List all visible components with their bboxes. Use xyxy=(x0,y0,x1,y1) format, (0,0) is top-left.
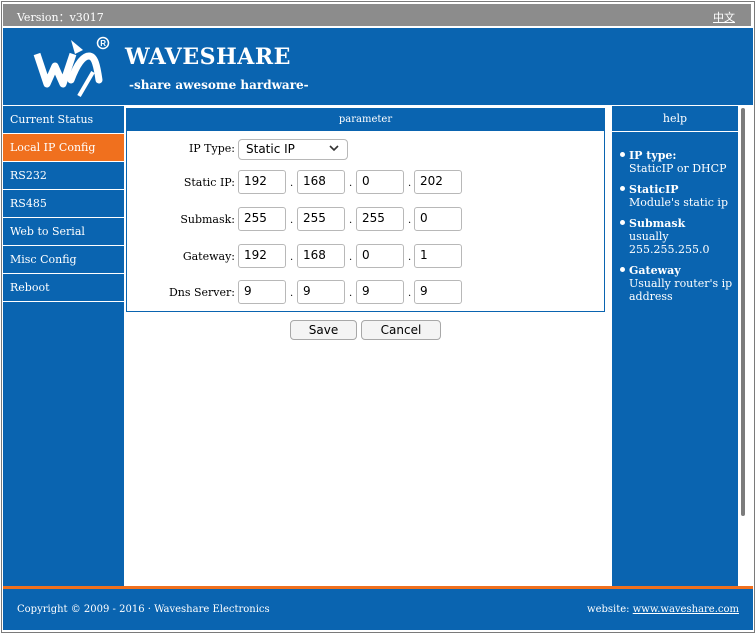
website-link[interactable]: www.waveshare.com xyxy=(633,604,739,615)
gateway-octet-2[interactable]: 168 xyxy=(297,244,345,268)
help-item: Submask usually 255.255.255.0 xyxy=(620,217,738,256)
static-ip-octet-3[interactable]: 0 xyxy=(356,170,404,194)
gateway-label: Gateway: xyxy=(182,250,235,263)
vertical-scrollbar[interactable] xyxy=(738,106,753,586)
ip-separator: . xyxy=(349,288,353,299)
sidebar-item-web-to-serial[interactable]: Web to Serial xyxy=(3,218,124,246)
submask-octet-4[interactable]: 0 xyxy=(414,207,462,231)
static-ip-octet-4[interactable]: 202 xyxy=(414,170,462,194)
ip-separator: . xyxy=(408,178,412,189)
dns-octet-4[interactable]: 9 xyxy=(414,280,462,304)
gateway-octet-1[interactable]: 192 xyxy=(238,244,286,268)
static-ip-octet-1[interactable]: 192 xyxy=(238,170,286,194)
help-term: Submask xyxy=(629,217,686,230)
top-bar: Version：v3017 中文 xyxy=(3,4,751,26)
ip-separator: . xyxy=(408,252,412,263)
submask-octet-1[interactable]: 255 xyxy=(238,207,286,231)
dns-octet-1[interactable]: 9 xyxy=(238,280,286,304)
sidebar-item-reboot[interactable]: Reboot xyxy=(3,274,124,302)
scrollbar-thumb[interactable] xyxy=(741,108,745,516)
help-desc: Usually router's ip address xyxy=(629,277,733,303)
static-ip-label: Static IP: xyxy=(183,176,235,189)
svg-text:R: R xyxy=(100,39,106,48)
help-title: help xyxy=(612,106,738,132)
ip-separator: . xyxy=(408,215,412,226)
website-info: website: www.waveshare.com xyxy=(587,604,739,615)
website-label: website: xyxy=(587,604,630,615)
ip-separator: . xyxy=(349,252,353,263)
ip-separator: . xyxy=(349,215,353,226)
ip-separator: . xyxy=(290,178,294,189)
sidebar-item-current-status[interactable]: Current Status xyxy=(3,106,124,134)
help-item: Gateway Usually router's ip address xyxy=(620,264,738,303)
help-item: IP type: StaticIP or DHCP xyxy=(620,149,738,175)
help-item: StaticIP Module's static ip xyxy=(620,183,738,209)
sidebar-item-misc-config[interactable]: Misc Config xyxy=(3,246,124,274)
parameter-panel: parameter IP Type: Static IP Static IP: … xyxy=(126,108,605,312)
ip-type-value: Static IP xyxy=(246,142,295,156)
static-ip-row: Static IP: 192 . 168 . 0 . 202 xyxy=(127,170,604,196)
help-desc: StaticIP or DHCP xyxy=(629,162,727,175)
footer: Copyright © 2009 - 2016 · Waveshare Elec… xyxy=(3,586,753,630)
ip-separator: . xyxy=(290,215,294,226)
ip-separator: . xyxy=(408,288,412,299)
header: R WAVESHARE -share awesome hardware- xyxy=(3,28,753,105)
panel-title: parameter xyxy=(127,109,604,131)
bullet-icon xyxy=(620,267,625,272)
submask-octet-2[interactable]: 255 xyxy=(297,207,345,231)
submask-label: Submask: xyxy=(180,213,235,226)
ip-type-select[interactable]: Static IP xyxy=(238,139,348,160)
static-ip-octet-2[interactable]: 168 xyxy=(297,170,345,194)
version-label: Version：v3017 xyxy=(17,11,104,24)
bullet-icon xyxy=(620,186,625,191)
brand-tagline: -share awesome hardware- xyxy=(129,78,309,92)
help-term: IP type: xyxy=(629,149,677,162)
dns-server-row: Dns Server: 9 . 9 . 9 . 9 xyxy=(127,280,604,306)
bullet-icon xyxy=(620,152,625,157)
help-panel: help IP type: StaticIP or DHCP StaticIP Mo… xyxy=(612,106,738,586)
ip-separator: . xyxy=(290,252,294,263)
dns-octet-3[interactable]: 9 xyxy=(356,280,404,304)
bullet-icon xyxy=(620,220,625,225)
help-desc: Module's static ip xyxy=(629,196,728,209)
sidebar-item-rs232[interactable]: RS232 xyxy=(3,162,124,190)
ip-separator: . xyxy=(290,288,294,299)
main-content: parameter IP Type: Static IP Static IP: … xyxy=(124,106,611,586)
sidebar-item-local-ip-config[interactable]: Local IP Config xyxy=(3,134,124,162)
save-button[interactable]: Save xyxy=(290,320,357,340)
gateway-octet-3[interactable]: 0 xyxy=(356,244,404,268)
submask-row: Submask: 255 . 255 . 255 . 0 xyxy=(127,207,604,233)
dns-server-label: Dns Server: xyxy=(168,286,235,299)
ip-type-label: IP Type: xyxy=(188,142,235,155)
language-link[interactable]: 中文 xyxy=(713,9,735,25)
sidebar-item-rs485[interactable]: RS485 xyxy=(3,190,124,218)
ip-type-row: IP Type: Static IP xyxy=(127,139,604,165)
copyright-text: Copyright © 2009 - 2016 · Waveshare Elec… xyxy=(17,604,270,615)
sidebar-nav: Current Status Local IP Config RS232 RS4… xyxy=(3,106,124,586)
dns-octet-2[interactable]: 9 xyxy=(297,280,345,304)
help-term: Gateway xyxy=(629,264,681,277)
gateway-row: Gateway: 192 . 168 . 0 . 1 xyxy=(127,244,604,270)
help-term: StaticIP xyxy=(629,183,679,196)
waveshare-logo: R xyxy=(33,36,110,98)
help-list: IP type: StaticIP or DHCP StaticIP Module'… xyxy=(612,149,738,303)
submask-octet-3[interactable]: 255 xyxy=(356,207,404,231)
brand-name: WAVESHARE xyxy=(125,44,291,70)
cancel-button[interactable]: Cancel xyxy=(361,320,441,340)
chevron-down-icon xyxy=(329,145,339,152)
ip-separator: . xyxy=(349,178,353,189)
help-desc: usually 255.255.255.0 xyxy=(629,230,710,256)
gateway-octet-4[interactable]: 1 xyxy=(414,244,462,268)
